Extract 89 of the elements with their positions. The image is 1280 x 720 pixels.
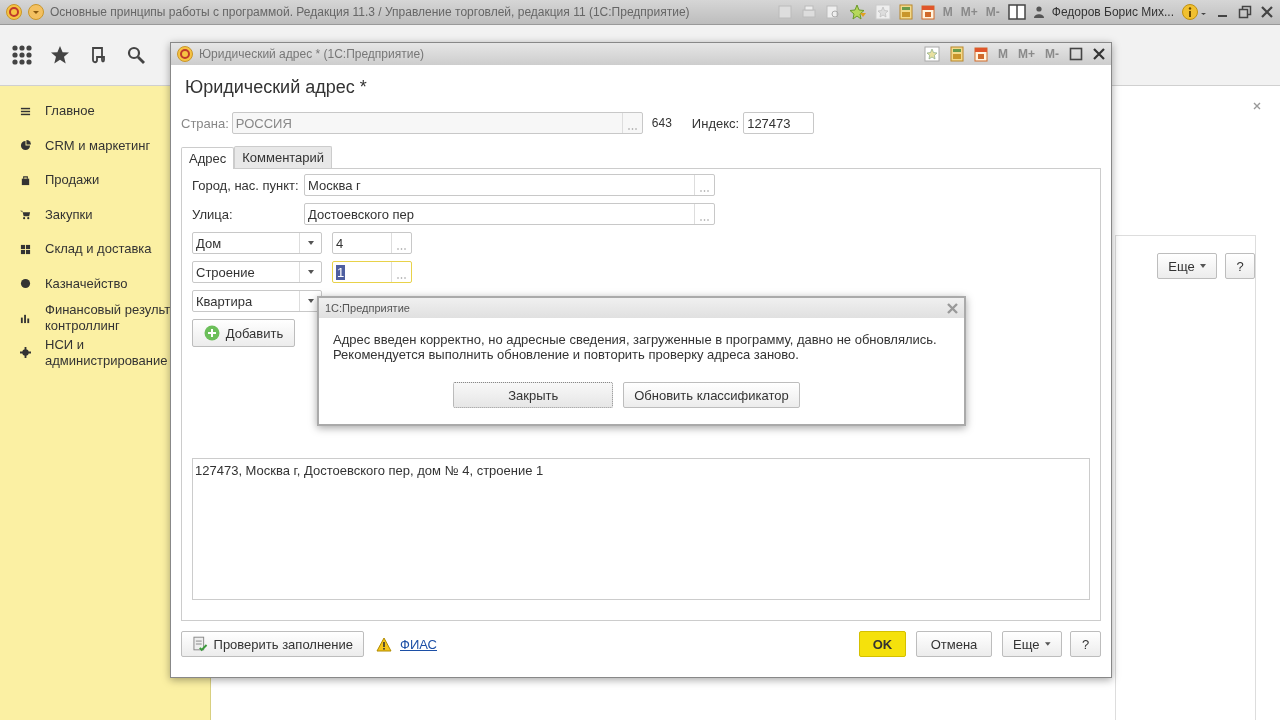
field-value: Достоевского пер [307,206,416,222]
dialog-button[interactable]: Обновить классификатор [623,382,800,408]
info-icon[interactable] [1182,4,1208,20]
section-link[interactable]: Закупки [45,206,93,223]
form-heading: Юридический адрес * [185,77,368,98]
section-link[interactable]: Казначейство [45,275,128,292]
favorite-star-icon[interactable] [924,46,940,62]
ok-button[interactable]: OK [859,631,906,657]
field-label: Город, нас. пункт: [192,177,300,193]
part-type-text: Квартира [195,293,254,309]
section-icon [20,312,31,324]
field-value: Москва г [307,177,362,193]
section-link[interactable]: Продажи [45,172,100,189]
field-value: 127473 [746,115,792,131]
part-type-select[interactable]: Дом [192,232,322,254]
cancel-button[interactable]: Отмена [916,631,992,657]
dialog-button[interactable]: Закрыть [453,382,614,408]
search-icon[interactable] [126,45,146,65]
part-value-field[interactable]: 4 [332,232,412,254]
logo-icon [6,4,22,20]
address-field[interactable]: Москва г [304,174,715,196]
calendar-icon[interactable] [920,4,935,20]
more-button[interactable]: Еще [1157,253,1217,279]
add-favorite-icon[interactable] [848,4,867,20]
part-type-text: Дом [195,235,223,251]
dropdown-arrow-icon [307,270,314,274]
window-title: Основные принципы работы с программой. Редакция 11.3 / Управление торговлей, редакция 11 (1С:Предприятие) [50,5,691,19]
menu-icon[interactable] [28,4,44,20]
print-icon[interactable] [800,4,817,20]
favorite-icon[interactable] [874,4,891,20]
part-value-text: 4 [336,235,344,251]
field-label: Улица: [192,206,234,222]
section-icon [20,278,31,290]
user-name[interactable]: Федоров Борис Мих... [1051,5,1174,19]
part-type-select[interactable]: Строение [192,261,322,283]
section-icon [20,140,31,152]
maximize-icon[interactable] [1069,47,1083,61]
field-label: Страна: [181,115,229,131]
section-icon [20,209,31,221]
more-button[interactable]: Еще [1002,631,1062,657]
dialog-message: Адрес введен корректно, но адресные сведения, загруженные в программу, давно не обновлялись. Рекомендуется выполнить обновление и повторить проверку адреса заново. [333,332,938,362]
warning-icon [376,636,392,652]
panels-icon[interactable] [1007,4,1026,20]
section-icon [20,243,31,255]
section-link[interactable]: Финансовый результ контроллинг [45,302,171,335]
apps-grid-icon[interactable] [12,45,32,65]
section-icon [20,347,31,359]
star-icon[interactable] [50,45,70,65]
address-text-area[interactable]: 127473, Москва г, Достоевского пер, дом № 4, строение 1 [192,458,1090,600]
part-value-field[interactable]: 1 [332,261,412,283]
part-type-select[interactable]: Квартира [192,290,322,312]
section-icon [20,105,31,117]
logo-icon [177,46,193,62]
tab[interactable]: Комментарий [234,146,333,168]
check-button[interactable]: Проверить заполнение [181,631,364,657]
dropdown-arrow-icon [307,299,314,303]
calculator-icon[interactable] [950,46,964,62]
calendar-icon[interactable] [974,46,988,62]
help-button[interactable]: ? [1225,253,1255,279]
user-icon [1033,6,1044,18]
section-icon [20,174,31,186]
section-link[interactable]: НСИ и администрирование [45,336,168,369]
caret-icon [1045,642,1051,646]
address-text: 127473, Москва г, Достоевского пер, дом № 4, строение 1 [195,463,544,478]
field-value: РОССИЯ [234,115,293,131]
index-field[interactable]: 127473 [743,112,815,134]
add-button[interactable]: Добавить [192,319,295,347]
close-icon[interactable] [1260,5,1274,19]
country-code: 643 [651,116,672,130]
calculator-icon[interactable] [898,4,913,20]
plus-icon [203,325,220,341]
window-title: Юридический адрес * (1С:Предприятие) [199,47,426,61]
checklist-icon [192,636,208,652]
fias-link[interactable]: ФИАС [400,636,437,652]
field-label: Индекс: [691,115,740,131]
help-button[interactable]: ? [1070,631,1101,657]
section-link[interactable]: Склад и доставка [45,241,152,258]
close-icon[interactable] [1093,48,1105,60]
part-type-text: Строение [195,264,256,280]
section-link[interactable]: Главное [45,103,95,120]
caret-icon [1199,264,1206,268]
tab[interactable]: Адрес [181,147,235,169]
section-link[interactable]: CRM и маркетинг [45,137,151,154]
part-value-text: 1 [336,264,346,280]
dropdown-arrow-icon [307,241,314,245]
restore-icon[interactable] [1238,5,1252,19]
preview-icon[interactable] [824,4,841,20]
address-field[interactable]: Достоевского пер [304,203,715,225]
dialog-title: 1С:Предприятие [325,302,411,314]
